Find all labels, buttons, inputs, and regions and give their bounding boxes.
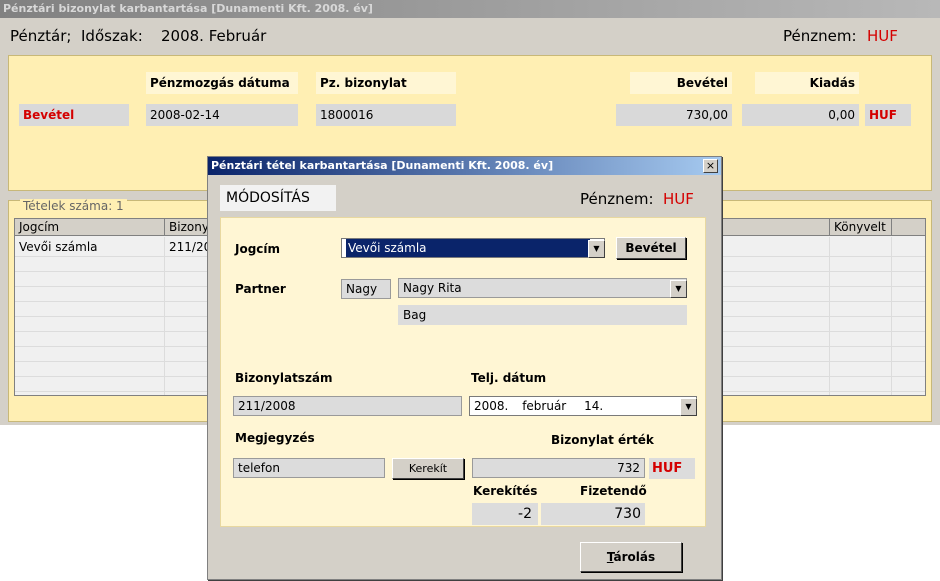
partner-name: Nagy Rita <box>403 281 462 295</box>
tarolas-hotkey: T <box>606 550 614 564</box>
jogcim-select[interactable]: Vevői számla ▼ <box>341 238 605 258</box>
penznem-value: HUF <box>867 27 898 45</box>
bizonylat-ertek-currency: HUF <box>649 458 695 479</box>
telj-year: 2008. <box>474 399 509 413</box>
row-type: Bevétel <box>19 104 129 126</box>
dialog-form: Jogcím Vevői számla ▼ Bevétel Partner Na… <box>220 217 706 527</box>
grid-col-divider <box>891 237 892 395</box>
close-button[interactable]: × <box>703 159 718 173</box>
row-bizonylat[interactable]: 1800016 <box>316 104 456 126</box>
dialog-penznem-value: HUF <box>663 190 694 208</box>
telj-datum-picker[interactable]: 2008. február 14. ▼ <box>469 396 697 416</box>
bizonylat-ertek-label: Bizonylat érték <box>551 433 654 447</box>
col-bizonylat-label: Pz. bizonylat <box>316 72 456 94</box>
main-title-bar: Pénztári bizonylat karbantartása [Duname… <box>0 0 940 18</box>
grid-header-filler <box>892 219 925 236</box>
item-dialog: Pénztári tétel karbantartása [Dunamenti … <box>207 156 722 580</box>
bizonylat-ertek-value: 732 <box>472 458 645 478</box>
penznem-label: Pénznem: <box>783 27 857 45</box>
idoszak-label: Időszak: <box>81 27 143 45</box>
partner-label: Partner <box>235 282 286 296</box>
col-bevetel-label: Bevétel <box>630 72 732 94</box>
tetelek-szama: Tételek száma: 1 <box>20 199 127 213</box>
col-datum-label: Pénzmozgás dátuma <box>146 72 298 94</box>
telj-month: február <box>522 399 567 413</box>
row-kiadas[interactable]: 0,00 <box>742 104 859 126</box>
kerekites-label: Kerekítés <box>473 484 538 498</box>
chevron-down-icon[interactable]: ▼ <box>588 240 605 258</box>
megjegyzes-label: Megjegyzés <box>235 431 315 445</box>
kerekit-button[interactable]: Kerekít <box>392 458 464 479</box>
chevron-down-icon[interactable]: ▼ <box>670 280 687 298</box>
partner-code[interactable]: Nagy <box>341 279 391 299</box>
fizetendo-value: 730 <box>541 503 645 525</box>
telj-day: 14. <box>584 399 604 413</box>
jogcim-selected: Vevői számla <box>346 239 590 257</box>
chevron-down-icon[interactable]: ▼ <box>680 398 697 416</box>
grid-header-konyvelt[interactable]: Könyvelt <box>830 219 892 236</box>
tarolas-label: árolás <box>613 550 656 564</box>
partner-city: Bag <box>398 305 687 325</box>
grid-col-divider <box>164 237 165 395</box>
col-kiadas-label: Kiadás <box>755 72 859 94</box>
bizonylatszam-input[interactable]: 211/2008 <box>233 396 462 416</box>
row-currency: HUF <box>865 104 911 126</box>
penztar-label: Pénztár; <box>10 27 72 45</box>
bizonylatszam-label: Bizonylatszám <box>235 371 333 385</box>
tarolas-button[interactable]: Tárolás <box>580 542 682 572</box>
main-header: Pénztár; Időszak: 2008. Február Pénznem:… <box>0 18 940 52</box>
kerekites-value: -2 <box>472 503 538 525</box>
jogcim-label: Jogcím <box>235 242 281 256</box>
megjegyzes-input[interactable]: telefon <box>233 458 385 478</box>
dialog-title-bar[interactable]: Pénztári tétel karbantartása [Dunamenti … <box>208 157 721 175</box>
telj-datum-label: Telj. dátum <box>471 371 547 385</box>
row-datum[interactable]: 2008-02-14 <box>146 104 298 126</box>
partner-select[interactable]: Nagy Rita ▼ <box>398 278 687 298</box>
grid-header-jogcim[interactable]: Jogcím <box>15 219 165 236</box>
idoszak-value: 2008. Február <box>161 27 267 45</box>
grid-cell-jogcim: Vevői számla <box>19 240 98 254</box>
mode-label: MÓDOSÍTÁS <box>220 185 336 211</box>
fizetendo-label: Fizetendő <box>580 484 647 498</box>
bevetel-button[interactable]: Bevétel <box>616 237 686 259</box>
dialog-penznem-label: Pénznem: <box>580 190 654 208</box>
row-bevetel[interactable]: 730,00 <box>616 104 732 126</box>
grid-col-divider <box>829 237 830 395</box>
grid-cell-bizonylat: 211/20 <box>169 240 212 254</box>
